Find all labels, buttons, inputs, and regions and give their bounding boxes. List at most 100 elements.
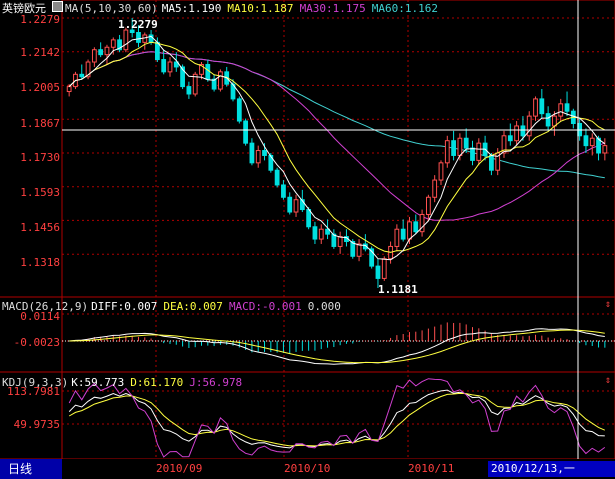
y-tick: 1.1867 [20,117,60,130]
high-marker: 1.2279 [118,18,158,31]
y-tick: 1.1730 [20,151,60,164]
candle-body [262,150,267,156]
candle-body [520,125,526,137]
ma10-value: MA10:1.187 [227,2,294,15]
ma60-value: MA60:1.162 [371,2,439,15]
candle-body [539,98,545,115]
candle-body [425,196,431,215]
candle-body [375,265,381,279]
ma-params: MA(5,10,30,60) [65,2,158,15]
candle-body [413,221,419,233]
period-tab-daily[interactable]: 日线 [0,459,62,479]
candle-body [545,113,551,127]
y-tick: 1.2279 [20,13,60,26]
macd-dea-value: DEA:0.007 [163,300,223,313]
x-tick: 2010/09 [156,462,203,475]
candle-body [457,137,463,156]
candle-body [381,258,387,279]
candle-body [337,236,343,247]
candle-body [243,120,249,144]
candle-body [287,196,293,213]
candle-body [394,228,400,247]
candle-body [533,98,538,117]
macd-line [69,329,605,364]
candle-body [306,209,312,228]
candle-body [558,103,564,117]
macd-extra-value: 0.000 [307,300,341,313]
candle-body [356,243,362,257]
candle-body [470,147,475,161]
y-tick: 1.2005 [20,81,60,94]
x-tick: 2010/10 [284,462,331,475]
candle-body [407,221,412,240]
candle-body [463,137,469,149]
candle-body [218,71,223,90]
candle-body [186,86,192,95]
candle-body [205,63,211,80]
macd-histogram-value: MACD:-0.001 [228,300,302,313]
candle-body [255,150,261,164]
candle-body [489,154,494,171]
candle-body [123,29,129,51]
kdj-line [68,378,606,458]
candle-body [583,135,589,147]
candle-body [104,46,110,56]
macd-diff-value: DIFF:0.007 [91,300,158,313]
candle-body [154,41,160,61]
candle-body [66,86,72,93]
ma10-line [68,41,606,253]
candle-body [564,103,570,112]
ma5-path [68,35,606,261]
candle-body [451,140,456,156]
kdj-y-tick: 49.9735 [13,418,60,431]
candle-body [312,226,318,240]
candle-body [274,169,280,186]
candle-body [444,140,450,164]
kdj-d-value: D:61.170 [130,376,184,389]
indicator-toggle-icon[interactable] [52,1,63,12]
main-panel-header: 英镑欧元 MA(5,10,30,60) MA5:1.190 MA10:1.187 MA3… [2,1,444,15]
candle-body [400,228,406,240]
ma60-path [68,51,605,179]
ma5-line [68,35,606,261]
grid-lines [62,0,615,459]
kdj-k-value: K:59.773 [71,376,125,389]
candle-body [293,199,299,213]
candle-body [236,98,242,122]
candle-body [514,125,520,142]
macd-y-tick: 0.0114 [20,310,60,323]
x-tick: 2010/11 [408,462,455,475]
y-tick: 1.2142 [20,46,60,59]
macd-panel-switch-icon[interactable]: ⇕ [603,300,613,310]
macd-y-tick: -0.0023 [13,336,60,349]
chart-canvas[interactable] [0,0,615,479]
ma10-path [68,41,606,253]
candle-body [142,34,148,43]
candle-body [589,137,595,147]
candle-body [249,142,255,164]
candle-body [552,115,557,127]
kdj-j-value: J:56.978 [189,376,243,389]
y-tick: 1.1456 [20,221,60,234]
candle-body [167,61,173,73]
candle-body [79,73,85,78]
candle-body [136,32,141,43]
candle-body [432,179,438,198]
candle-body [507,135,513,142]
candle-body [98,49,104,56]
candle-body [438,162,444,181]
candle-body [476,142,482,161]
kdj-y-tick: 113.7981 [7,385,60,398]
candle-body [602,145,608,154]
macd-series [62,322,615,365]
candle-body [110,39,116,48]
ma60-line [68,51,605,179]
y-tick: 1.1593 [20,186,60,199]
candle-body [318,228,324,240]
macd-line [69,328,605,365]
y-tick: 1.1318 [20,256,60,269]
candle-body [211,78,217,90]
kdj-series [68,378,606,458]
kdj-panel-switch-icon[interactable]: ⇕ [603,376,613,386]
low-marker: 1.1181 [378,283,418,296]
